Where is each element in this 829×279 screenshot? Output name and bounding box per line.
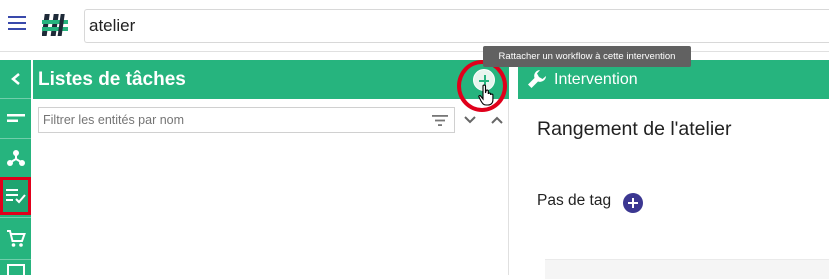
panel-title: Listes de tâches [38, 69, 186, 90]
add-tag-button[interactable] [623, 193, 643, 213]
tooltip: Rattacher un workflow à cette interventi… [483, 46, 691, 67]
intervention-name: Rangement de l'atelier [537, 118, 732, 140]
playlist-check-icon [5, 189, 26, 204]
chevron-up-icon[interactable] [490, 115, 504, 125]
chevron-down-icon[interactable] [463, 115, 477, 125]
wrench-icon [528, 70, 546, 88]
app-logo [42, 14, 68, 36]
filter-list-icon[interactable] [432, 114, 448, 127]
collapse-sidebar-button[interactable] [0, 60, 31, 98]
filter-input[interactable] [39, 108, 419, 132]
sidebar-item-purchases[interactable] [0, 220, 31, 258]
content-card [545, 259, 829, 279]
sidebar-item-task-lists[interactable] [0, 177, 31, 215]
menu-icon[interactable] [8, 16, 26, 32]
monitor-icon [6, 264, 25, 275]
top-bar [0, 0, 829, 52]
cart-icon [6, 230, 26, 247]
chevron-left-icon [10, 73, 20, 85]
sidebar-item-workflow[interactable] [0, 139, 31, 177]
search-field[interactable] [84, 9, 829, 43]
search-input[interactable] [85, 10, 829, 42]
sidebar-item-description[interactable] [0, 99, 31, 137]
sidebar [0, 60, 31, 275]
hand-cursor-icon [478, 84, 494, 106]
filter-row [38, 107, 508, 135]
filter-box[interactable] [38, 107, 455, 133]
short-text-icon [6, 114, 25, 122]
tag-label: Pas de tag [537, 192, 612, 209]
intervention-panel: Intervention Rangement de l'atelier Pas … [518, 60, 829, 279]
task-lists-panel: Listes de tâches [33, 60, 509, 275]
sidebar-item-more[interactable] [0, 260, 31, 275]
intervention-title: Intervention [554, 71, 638, 88]
task-lists-header: Listes de tâches [33, 60, 509, 99]
hub-icon [6, 150, 25, 166]
